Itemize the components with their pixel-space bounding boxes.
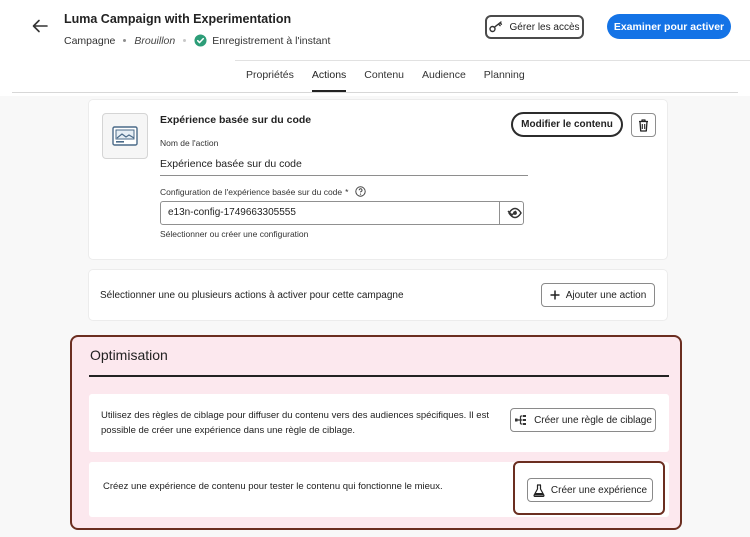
key-icon — [489, 21, 503, 33]
action-name-field[interactable]: Expérience basée sur du code — [160, 154, 528, 176]
status-badge: Brouillon — [134, 34, 176, 47]
required-marker: * — [345, 186, 349, 197]
edit-content-button[interactable]: Modifier le contenu — [511, 112, 623, 137]
experiment-button-highlight — [513, 461, 665, 515]
config-label: Configuration de l'expérience basée sur … — [160, 186, 343, 197]
info-icon[interactable] — [355, 186, 367, 197]
campaign-title: Luma Campaign with Experimentation — [64, 12, 292, 26]
config-combobox[interactable]: e13n-config-1749663305555 — [160, 201, 524, 225]
tab-bar: Propriétés Actions Contenu Audience Plan… — [246, 69, 534, 92]
image-icon — [112, 126, 138, 146]
plus-icon — [550, 290, 560, 300]
action-name-label: Nom de l'action — [160, 138, 219, 148]
tab-content[interactable]: Contenu — [355, 69, 413, 92]
config-help-text: Sélectionner ou créer une configuration — [160, 229, 309, 239]
check-circle-icon — [194, 34, 207, 47]
separator-dot — [183, 39, 187, 42]
create-targeting-rule-label: Créer une règle de ciblage — [534, 414, 652, 426]
page-divider — [12, 92, 738, 93]
campaign-type: Campagne — [64, 34, 116, 47]
manage-access-label: Gérer les accès — [509, 21, 580, 33]
optimisation-section: Optimisation Utilisez des règles de cibl… — [70, 335, 682, 530]
edit-content-label: Modifier le contenu — [521, 119, 613, 130]
back-button[interactable] — [30, 16, 50, 36]
tab-properties[interactable]: Propriétés — [246, 69, 303, 92]
campaign-meta: Campagne Brouillon Enregistrement à l'in… — [64, 34, 330, 47]
trash-icon — [639, 118, 648, 132]
tab-schedule[interactable]: Planning — [475, 69, 534, 92]
arrow-left-icon — [32, 19, 48, 33]
header-divider — [235, 60, 750, 61]
optimisation-title: Optimisation — [90, 347, 168, 363]
select-actions-text: Sélectionner une ou plusieurs actions à … — [100, 290, 404, 301]
review-to-activate-label: Examiner pour activer — [613, 20, 725, 33]
eye-icon[interactable] — [508, 207, 522, 219]
action-title: Expérience basée sur du code — [160, 114, 312, 126]
select-actions-card: Sélectionner une ou plusieurs actions à … — [89, 270, 667, 320]
targeting-card: Utilisez des règles de ciblage pour diff… — [89, 394, 669, 452]
manage-access-button[interactable]: Gérer les accès — [485, 15, 584, 39]
experiment-text: Créez une expérience de contenu pour tes… — [103, 481, 443, 492]
save-status: Enregistrement à l'instant — [212, 34, 331, 47]
targeting-rule-icon — [515, 415, 527, 425]
config-label-row: Configuration de l'expérience basée sur … — [160, 186, 367, 197]
tab-audience[interactable]: Audience — [413, 69, 475, 92]
config-value[interactable]: e13n-config-1749663305555 — [161, 202, 499, 224]
delete-action-button[interactable] — [631, 113, 656, 137]
action-card: Expérience basée sur du code Nom de l'ac… — [89, 100, 667, 259]
campaign-header: Luma Campaign with Experimentation Campa… — [0, 0, 750, 96]
create-targeting-rule-button[interactable]: Créer une règle de ciblage — [510, 408, 656, 432]
targeting-text: Utilisez des règles de ciblage pour diff… — [101, 410, 489, 436]
add-action-button[interactable]: Ajouter une action — [541, 283, 655, 307]
review-to-activate-button[interactable]: Examiner pour activer — [607, 14, 731, 39]
action-thumbnail — [102, 113, 148, 159]
tab-actions[interactable]: Actions — [303, 69, 355, 92]
optimisation-divider — [89, 375, 669, 377]
separator-dot — [123, 39, 127, 42]
add-action-label: Ajouter une action — [565, 289, 647, 301]
